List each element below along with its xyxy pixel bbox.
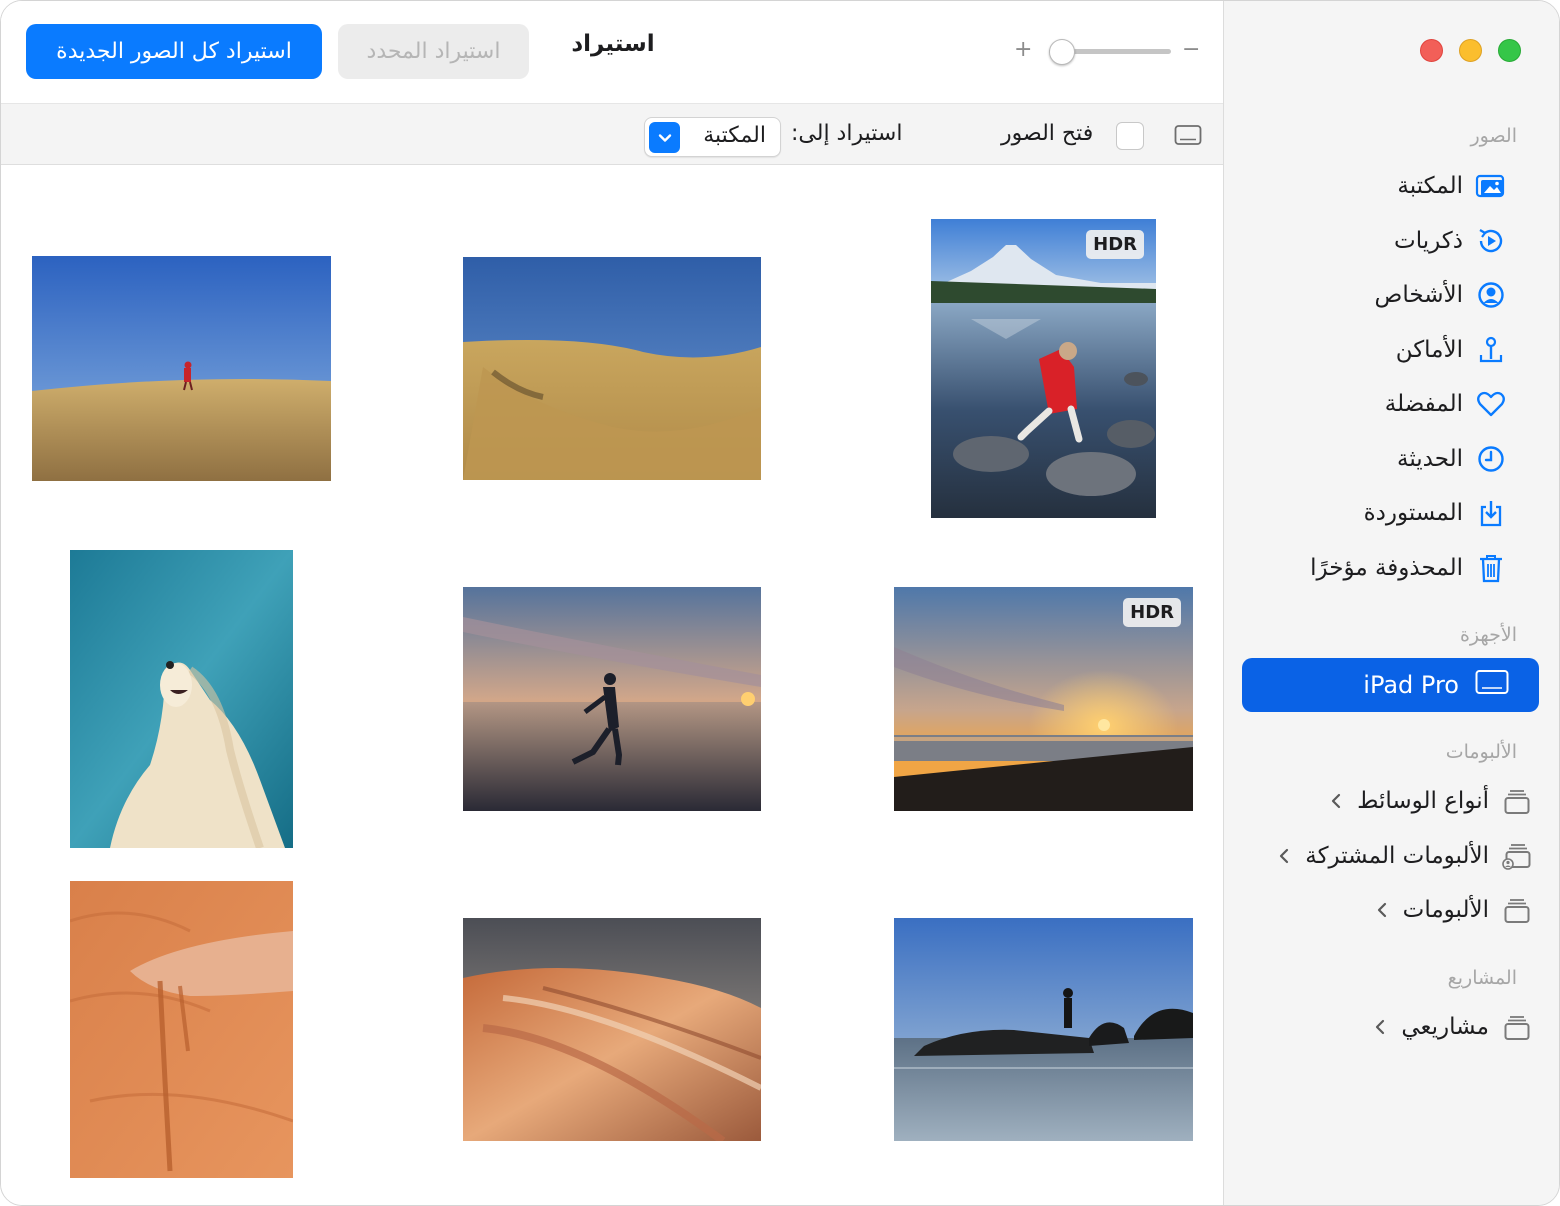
sidebar-item-ipad-pro[interactable]: iPad Pro [1242, 658, 1539, 712]
photo-thumbnail[interactable]: HDR [894, 587, 1193, 811]
main-content: استيراد كل الصور الجديدة استيراد المحدد … [1, 1, 1225, 1205]
trash-icon [1475, 552, 1507, 584]
sidebar-item-label: الحديثة [1397, 446, 1463, 472]
sidebar-item-recents[interactable]: الحديثة [1397, 439, 1507, 479]
open-photos-checkbox[interactable] [1116, 122, 1144, 150]
sidebar-item-label: الأشخاص [1374, 282, 1463, 308]
folder-icon [1501, 894, 1533, 926]
open-photos-label: فتح الصور [1001, 121, 1094, 146]
import-window: استيراد كل الصور الجديدة استيراد المحدد … [0, 0, 1560, 1206]
folder-icon [1501, 1011, 1533, 1043]
mountain-lake-photo [931, 219, 1156, 518]
zoom-in-icon[interactable]: + [1014, 37, 1032, 62]
section-header-projects: المشاريع [1447, 967, 1517, 989]
photo-thumbnail[interactable] [463, 587, 761, 811]
window-controls [1420, 39, 1521, 62]
golden-hillside-photo [463, 257, 761, 480]
shared-folder-icon [1501, 840, 1533, 872]
ipad-icon [1475, 669, 1509, 701]
import-destination-select[interactable]: المكتبة [644, 117, 781, 157]
sidebar-item-label: المكتبة [1397, 173, 1463, 199]
section-header-albums: الألبومات [1445, 741, 1517, 763]
sidebar-item-memories[interactable]: ذكريات [1394, 221, 1507, 261]
sidebar-item-label: الأماكن [1395, 337, 1463, 363]
photo-thumbnail[interactable] [463, 257, 761, 480]
photo-thumbnail[interactable]: HDR [931, 219, 1156, 518]
dog-photo [70, 550, 293, 848]
grassy-hill-photo [32, 256, 331, 481]
sidebar-item-label: ذكريات [1394, 228, 1463, 254]
zoom-window-button[interactable] [1498, 39, 1521, 62]
sand-hand-photo [70, 881, 293, 1178]
zoom-out-icon[interactable]: − [1182, 37, 1200, 62]
toolbar-title: استيراد [571, 31, 655, 57]
sidebar-item-my-projects[interactable]: مشاريعي [1371, 1007, 1533, 1047]
photo-thumbnail[interactable] [32, 256, 331, 481]
sidebar-item-places[interactable]: الأماكن [1396, 330, 1507, 370]
sidebar-item-label: المفضلة [1384, 391, 1463, 417]
import-to-label: استيراد إلى: [791, 121, 903, 146]
beach-runner-photo [463, 587, 761, 811]
people-icon [1475, 279, 1507, 311]
import-options-bar: فتح الصور استيراد إلى: المكتبة [1, 103, 1225, 165]
chevron-left-icon[interactable] [1327, 792, 1345, 810]
hdr-badge: HDR [1123, 598, 1181, 627]
sidebar-item-label: مشاريعي [1401, 1014, 1489, 1040]
sidebar-item-label: المحذوفة مؤخرًا [1310, 555, 1463, 581]
photo-thumbnail[interactable] [70, 550, 293, 848]
photo-thumbnail[interactable] [70, 881, 293, 1178]
chevron-left-icon[interactable] [1373, 901, 1391, 919]
chevron-down-icon [649, 122, 680, 153]
sidebar-item-shared-albums[interactable]: الألبومات المشتركة [1275, 836, 1533, 876]
photo-thumbnail[interactable] [894, 918, 1193, 1141]
clock-icon [1475, 443, 1507, 475]
sidebar-item-albums[interactable]: الألبومات [1373, 890, 1533, 930]
sidebar-item-people[interactable]: الأشخاص [1375, 275, 1507, 315]
sidebar-item-label: الألبومات [1402, 897, 1489, 923]
library-icon [1475, 170, 1507, 202]
sidebar-item-media-types[interactable]: أنواع الوسائط [1327, 781, 1533, 821]
import-all-new-button[interactable]: استيراد كل الصور الجديدة [26, 24, 322, 79]
sidebar-item-label: الألبومات المشتركة [1305, 843, 1489, 869]
sea-rock-photo [894, 918, 1193, 1141]
memories-icon [1475, 225, 1507, 257]
section-header-devices: الأجهزة [1459, 624, 1517, 646]
device-screen-icon [1174, 123, 1202, 151]
device-label: iPad Pro [1363, 671, 1459, 699]
heart-icon [1475, 388, 1507, 420]
places-icon [1475, 334, 1507, 366]
sidebar-item-imports[interactable]: المستوردة [1364, 493, 1507, 533]
import-selected-button: استيراد المحدد [338, 24, 529, 79]
sidebar-item-label: المستوردة [1363, 500, 1463, 526]
sandstone-photo [463, 918, 761, 1141]
sidebar-item-favorites[interactable]: المفضلة [1385, 384, 1507, 424]
zoom-slider-knob[interactable] [1048, 39, 1075, 65]
sidebar-item-recently-deleted[interactable]: المحذوفة مؤخرًا [1310, 548, 1507, 588]
sidebar-item-library[interactable]: المكتبة [1397, 166, 1507, 206]
section-header-photos: الصور [1470, 125, 1517, 147]
import-icon [1475, 497, 1507, 529]
chevron-left-icon[interactable] [1371, 1018, 1389, 1036]
photo-thumbnail[interactable] [463, 918, 761, 1141]
sidebar: الصور المكتبة ذكريات الأشخاص الأماكن الم… [1223, 1, 1559, 1205]
toolbar: استيراد كل الصور الجديدة استيراد المحدد … [1, 1, 1225, 103]
sidebar-item-label: أنواع الوسائط [1357, 788, 1489, 814]
minimize-window-button[interactable] [1459, 39, 1482, 62]
hdr-badge: HDR [1086, 230, 1144, 259]
folder-icon [1501, 785, 1533, 817]
chevron-left-icon[interactable] [1275, 847, 1293, 865]
close-window-button[interactable] [1420, 39, 1443, 62]
import-destination-value: المكتبة [703, 123, 766, 148]
